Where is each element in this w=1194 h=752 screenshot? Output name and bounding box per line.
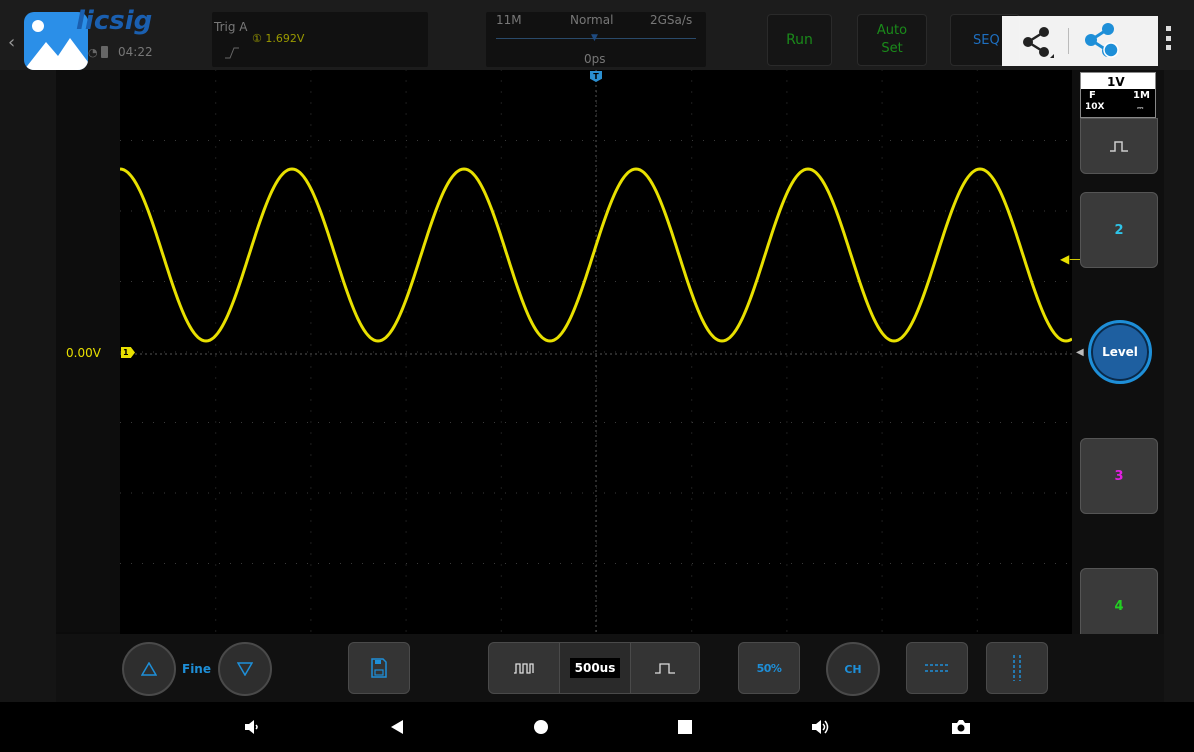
auto-set-button[interactable]: Auto Set bbox=[857, 14, 927, 66]
ch1-scale: 1V bbox=[1107, 75, 1125, 89]
oscilloscope-display[interactable] bbox=[120, 70, 1072, 634]
auto-label: Auto bbox=[876, 23, 908, 38]
vertical-cursor-icon bbox=[1013, 655, 1021, 681]
channel4-label: 4 bbox=[1114, 598, 1124, 614]
channel3-button[interactable]: 3 bbox=[1080, 438, 1158, 514]
fine-label[interactable]: Fine bbox=[182, 662, 211, 676]
level-pointer-icon: ◀ bbox=[1076, 347, 1084, 358]
run-label: Run bbox=[786, 32, 813, 48]
share-divider bbox=[1068, 28, 1069, 54]
channel1-waveform-button[interactable] bbox=[1080, 118, 1158, 174]
triangle-up-icon bbox=[141, 662, 157, 676]
set-label: Set bbox=[881, 41, 903, 56]
timebase-pointer-icon: ▼ bbox=[591, 33, 598, 43]
rising-edge-icon bbox=[225, 47, 239, 59]
slow-pulse-icon bbox=[655, 663, 675, 674]
save-icon bbox=[371, 658, 387, 678]
more-options-icon[interactable] bbox=[1166, 26, 1172, 50]
triangle-down-icon bbox=[237, 662, 253, 676]
back-chevron-icon[interactable]: ‹ bbox=[8, 32, 15, 53]
screenshot-camera-icon[interactable] bbox=[946, 702, 976, 752]
acquisition-mode: Normal bbox=[570, 13, 614, 27]
volume-up-icon[interactable] bbox=[806, 702, 836, 752]
trigger-mode: A bbox=[239, 20, 248, 34]
timebase-value: 500us bbox=[569, 658, 621, 678]
ch1-probe: 10X bbox=[1085, 102, 1105, 112]
share-icon[interactable] bbox=[1020, 24, 1056, 60]
trigger-channel-symbol: ① bbox=[252, 32, 262, 45]
channel3-label: 3 bbox=[1114, 468, 1124, 484]
memory-depth: 11M bbox=[496, 13, 522, 27]
ch1-dc-coupling-icon: ⎓ bbox=[1137, 103, 1144, 112]
trigger-label: Trig bbox=[214, 20, 236, 34]
fast-pulse-icon bbox=[514, 663, 534, 674]
channel-select-button[interactable]: CH bbox=[826, 642, 880, 696]
channel-select-label: CH bbox=[844, 662, 862, 676]
pulse-icon bbox=[1110, 141, 1128, 152]
trigger-level: 1.692V bbox=[265, 32, 305, 45]
channel1-marker-label: 1 bbox=[123, 348, 129, 357]
timebase-panel[interactable]: 11M Normal 2GSa/s ▼ 0ps bbox=[486, 12, 706, 67]
fifty-percent-button[interactable]: 50% bbox=[738, 642, 800, 694]
clock-time: 04:22 bbox=[118, 45, 153, 59]
trigger-level-arrow-icon[interactable]: ◀— bbox=[1060, 252, 1081, 266]
brand-label: licsig bbox=[76, 6, 153, 36]
trigger-marker-label: T bbox=[593, 72, 599, 81]
right-strip bbox=[1164, 70, 1194, 702]
recents-nav-icon[interactable] bbox=[670, 702, 700, 752]
timebase-decrease-button[interactable] bbox=[488, 642, 560, 694]
decrease-button[interactable] bbox=[218, 642, 272, 696]
battery-icon bbox=[101, 46, 108, 58]
run-button[interactable]: Run bbox=[767, 14, 832, 66]
increase-button[interactable] bbox=[122, 642, 176, 696]
wifi-icon: ◔ bbox=[88, 46, 98, 59]
trigger-panel[interactable]: Trig A ① 1.692V bbox=[212, 12, 428, 67]
ground-level-label: 0.00V bbox=[66, 346, 101, 360]
channel1-info-badge[interactable]: 1V F 1M 10X ⎓ bbox=[1080, 72, 1156, 118]
horizontal-cursor-icon bbox=[925, 664, 949, 672]
channel4-button[interactable]: 4 bbox=[1080, 568, 1158, 644]
channel2-label: 2 bbox=[1114, 222, 1124, 238]
seq-label: SEQ bbox=[973, 32, 1000, 48]
fifty-percent-label: 50% bbox=[756, 661, 782, 675]
volume-down-icon[interactable] bbox=[236, 702, 266, 752]
level-knob-button[interactable]: Level bbox=[1088, 320, 1152, 384]
vertical-cursor-button[interactable] bbox=[986, 642, 1048, 694]
system-nav-bar bbox=[0, 702, 1194, 752]
ch1-coupling: F bbox=[1089, 90, 1096, 101]
back-nav-icon[interactable] bbox=[382, 702, 412, 752]
save-button[interactable] bbox=[348, 642, 410, 694]
timebase-value-box[interactable]: 500us bbox=[560, 642, 630, 694]
horizontal-position: 0ps bbox=[584, 52, 606, 66]
channel2-button[interactable]: 2 bbox=[1080, 192, 1158, 268]
home-nav-icon[interactable] bbox=[526, 702, 556, 752]
level-label: Level bbox=[1102, 345, 1138, 359]
sample-rate: 2GSa/s bbox=[650, 13, 693, 27]
left-strip bbox=[0, 70, 56, 702]
timebase-increase-button[interactable] bbox=[630, 642, 700, 694]
horizontal-cursor-button[interactable] bbox=[906, 642, 968, 694]
ch1-impedance: 1M bbox=[1133, 90, 1150, 101]
share-app-icon[interactable] bbox=[1082, 20, 1122, 60]
